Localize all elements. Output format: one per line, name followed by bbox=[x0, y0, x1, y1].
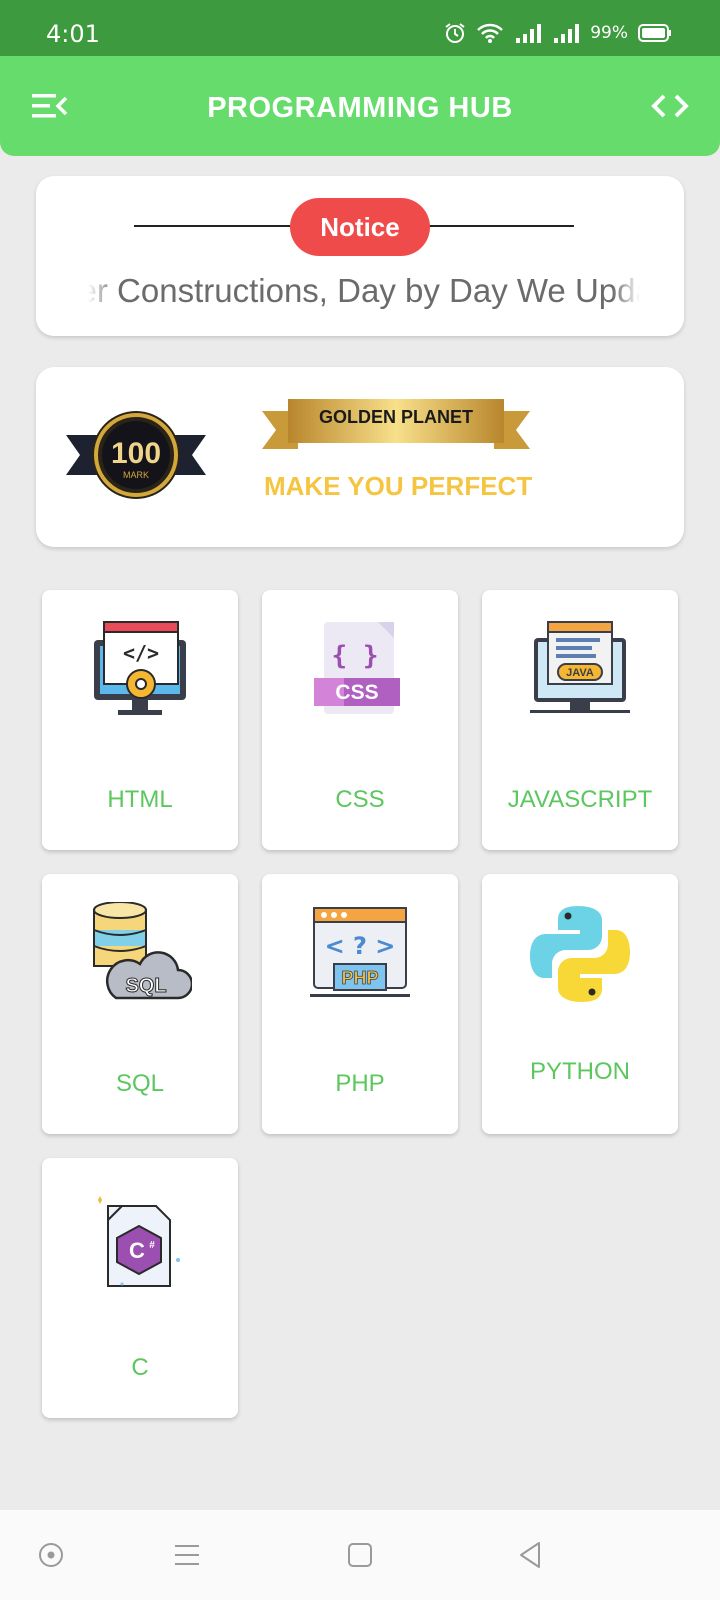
notice-text: Under Constructions, Day by Day We Updat… bbox=[88, 272, 640, 309]
course-label: CSS bbox=[335, 786, 385, 813]
css-file-icon: { } CSS bbox=[314, 622, 400, 714]
course-tile-php[interactable]: < ? > PHP PHP bbox=[262, 874, 458, 1134]
signal-icon bbox=[554, 24, 580, 43]
app-bar: PROGRAMMING HUB bbox=[0, 56, 720, 156]
hundred-mark-badge-icon: 100 MARK bbox=[66, 411, 206, 499]
java-monitor-icon: JAVA bbox=[530, 621, 630, 713]
course-tile-sql[interactable]: SQL SQL bbox=[42, 874, 238, 1134]
notice-badge: Notice bbox=[290, 198, 430, 256]
course-label: SQL bbox=[115, 1070, 165, 1097]
course-tile-css[interactable]: { } CSS CSS bbox=[262, 590, 458, 850]
battery-icon bbox=[638, 24, 671, 42]
notice-divider-right bbox=[420, 225, 574, 227]
course-tile-html[interactable]: </> HTML bbox=[42, 590, 238, 850]
course-label: C bbox=[131, 1354, 149, 1381]
home-icon[interactable] bbox=[343, 1538, 377, 1572]
course-label: PYTHON bbox=[529, 1058, 630, 1085]
system-nav-bar bbox=[0, 1510, 720, 1600]
html-monitor-icon: </> bbox=[94, 621, 186, 715]
python-logo-icon bbox=[530, 906, 630, 1002]
assistant-icon[interactable] bbox=[34, 1538, 68, 1572]
svg-text:</>: </> bbox=[123, 641, 159, 665]
ribbon-text: GOLDEN PLANET bbox=[318, 407, 473, 427]
wifi-icon bbox=[477, 23, 504, 43]
code-brackets-icon[interactable] bbox=[648, 84, 692, 128]
status-time: 4:01 bbox=[46, 20, 100, 48]
course-tile-javascript[interactable]: JAVA JAVASCRIPT bbox=[482, 590, 678, 850]
badge-number: 100 bbox=[111, 437, 161, 470]
status-icons: 99% bbox=[444, 22, 672, 44]
signal-icon bbox=[516, 24, 542, 43]
promo-banner[interactable]: 100 MARK GOLDEN PLANET MAKE YOU PERFECT bbox=[36, 367, 684, 547]
svg-text:{ }: { } bbox=[332, 641, 379, 671]
sql-database-icon: SQL bbox=[93, 902, 192, 1000]
badge-sub: MARK bbox=[123, 470, 149, 480]
svg-text:< ? >: < ? > bbox=[325, 932, 396, 960]
csharp-file-icon: C # bbox=[98, 1196, 180, 1287]
course-label: JAVASCRIPT bbox=[507, 786, 653, 813]
notice-marquee: Under Constructions, Day by Day We Updat… bbox=[88, 272, 640, 318]
course-tile-c[interactable]: C # C bbox=[42, 1158, 238, 1418]
banner-tagline: MAKE YOU PERFECT bbox=[264, 471, 533, 501]
svg-text:C: C bbox=[129, 1238, 145, 1263]
recents-icon[interactable] bbox=[170, 1538, 204, 1572]
notice-card: Notice Under Constructions, Day by Day W… bbox=[36, 176, 684, 336]
php-window-icon: < ? > PHP bbox=[310, 907, 410, 997]
notice-divider-left bbox=[134, 225, 294, 227]
alarm-icon bbox=[445, 23, 465, 43]
battery-percent: 99% bbox=[590, 23, 628, 43]
status-bar: 4:01 99% bbox=[0, 0, 720, 56]
back-icon[interactable] bbox=[513, 1538, 547, 1572]
course-label: PHP bbox=[335, 1070, 385, 1097]
course-label: HTML bbox=[107, 786, 173, 813]
svg-text:JAVA: JAVA bbox=[566, 667, 594, 679]
svg-text:SQL: SQL bbox=[125, 975, 166, 997]
svg-text:CSS: CSS bbox=[335, 681, 378, 704]
svg-text:PHP: PHP bbox=[341, 968, 378, 988]
app-title: PROGRAMMING HUB bbox=[207, 92, 513, 124]
course-tile-python[interactable]: PYTHON bbox=[482, 874, 678, 1134]
svg-text:#: # bbox=[149, 1240, 155, 1251]
